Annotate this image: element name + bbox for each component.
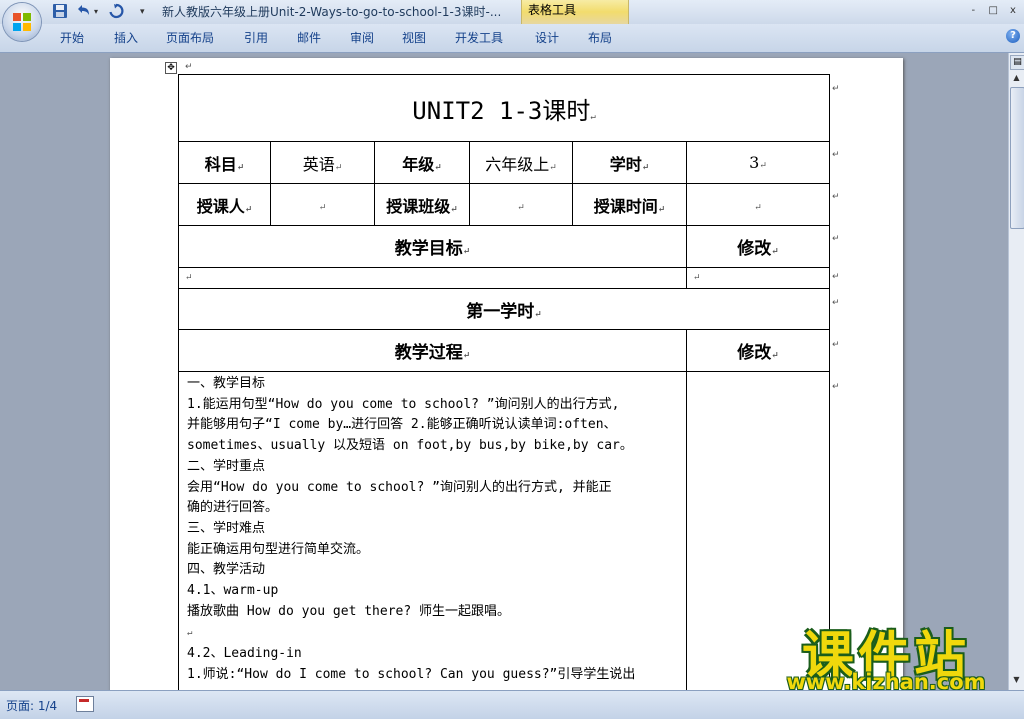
tab-view[interactable]: 视图 xyxy=(402,30,426,46)
hours-label: 学时 xyxy=(609,154,642,174)
teacher-value-cell[interactable]: ↵ xyxy=(270,183,375,226)
content-line: 一、教学目标 xyxy=(187,376,266,391)
content-line: 1.师说:“How do I come to school? Can you g… xyxy=(187,666,636,682)
document-title: UNIT2 1-3课时 xyxy=(412,96,591,125)
title-bar: ▾ ▾ 表格工具 新人教版六年级上册Unit-2-Ways-to-go-to-s… xyxy=(0,0,1024,24)
row-end-mark-icon: ↵ xyxy=(832,234,840,244)
lesson-plan-table[interactable]: UNIT2 1-3课时↵ 科目↵ 英语↵ 年级↵ 六年级上↵ 学时↵ 3↵ 授课… xyxy=(177,74,831,690)
ribbon-tab-bar: 开始 插入 页面布局 引用 邮件 审阅 视图 开发工具 设计 布局 ? xyxy=(0,24,1024,53)
time-label: 授课时间 xyxy=(593,196,658,216)
row-end-mark-icon: ↵ xyxy=(832,192,840,202)
ruler-toggle-icon[interactable]: ▤ xyxy=(1010,55,1024,70)
window-controls: - □ x xyxy=(964,2,1020,18)
undo-dropdown-icon[interactable]: ▾ xyxy=(94,3,102,21)
scroll-thumb[interactable] xyxy=(1010,87,1024,229)
tab-home[interactable]: 开始 xyxy=(60,30,84,46)
process-header: 教学过程 xyxy=(394,343,463,363)
revise-header2-cell[interactable]: 修改↵ xyxy=(685,329,831,372)
grade-value-cell[interactable]: 六年级上↵ xyxy=(469,141,573,184)
goals-header: 教学目标 xyxy=(394,239,463,259)
content-line: 1.能运用句型“How do you come to school? ”询问别人… xyxy=(187,396,620,412)
grade-value: 六年级上 xyxy=(485,154,550,174)
subject-value-cell[interactable]: 英语↵ xyxy=(270,141,375,184)
content-line: 确的进行回答。 xyxy=(187,500,279,516)
document-page[interactable]: ✥ ↵ UNIT2 1-3课时↵ 科目↵ 英语↵ 年级↵ 六年级上↵ 学时↵ 3… xyxy=(110,58,903,690)
row-end-mark-icon: ↵ xyxy=(832,340,840,350)
row-end-mark-icon: ↵ xyxy=(832,84,840,94)
restore-button[interactable]: □ xyxy=(986,4,1000,18)
document-area: ✥ ↵ UNIT2 1-3课时↵ 科目↵ 英语↵ 年级↵ 六年级上↵ 学时↵ 3… xyxy=(0,53,1008,690)
hours-value-cell[interactable]: 3↵ xyxy=(685,141,831,184)
row-end-mark-icon: ↵ xyxy=(832,150,840,160)
goals-header-cell[interactable]: 教学目标↵ xyxy=(178,225,687,268)
redo-icon[interactable] xyxy=(108,3,124,21)
content-line: 能正确运用句型进行简单交流。 xyxy=(187,541,370,557)
content-line: 二、学时重点 xyxy=(187,458,266,474)
content-line: 并能够用句子“I come by…进行回答 2.能够正确听说认读单词:often… xyxy=(187,417,617,433)
grade-label-cell[interactable]: 年级↵ xyxy=(374,141,470,184)
goals-revise-cell[interactable]: ↵ xyxy=(685,267,831,289)
tab-layout[interactable]: 布局 xyxy=(588,30,612,46)
section-title: 第一学时 xyxy=(466,301,535,322)
status-bar: 页面: 1/4 xyxy=(0,690,1024,719)
paragraph-mark-icon: ↵ xyxy=(185,62,193,72)
content-line: 三、学时难点 xyxy=(187,520,266,536)
office-button[interactable] xyxy=(3,3,41,41)
table-tools-label: 表格工具 xyxy=(528,3,577,17)
page-indicator[interactable]: 页面: 1/4 xyxy=(6,697,57,714)
minimize-button[interactable]: - xyxy=(966,4,980,18)
teacher-label-cell[interactable]: 授课人↵ xyxy=(178,183,271,226)
tab-references[interactable]: 引用 xyxy=(244,30,268,46)
tab-review[interactable]: 审阅 xyxy=(350,30,374,46)
content-line: 播放歌曲 How do you get there? 师生一起跟唱。 xyxy=(187,603,511,619)
vertical-scrollbar[interactable]: ▤ ▲ ▼ xyxy=(1008,53,1024,690)
grade-label: 年级 xyxy=(402,154,435,174)
row-end-mark-icon: ↵ xyxy=(832,298,840,308)
content-line: 4.2、Leading-in xyxy=(187,646,302,662)
process-header-cell[interactable]: 教学过程↵ xyxy=(178,329,687,372)
table-move-handle-icon[interactable]: ✥ xyxy=(165,62,177,74)
proofing-icon[interactable] xyxy=(76,696,94,712)
time-value-cell[interactable]: ↵ xyxy=(685,183,831,226)
row-end-mark-icon: ↵ xyxy=(832,272,840,282)
class-value-cell[interactable]: ↵ xyxy=(469,183,573,226)
subject-value: 英语 xyxy=(302,154,335,174)
help-button[interactable]: ? xyxy=(1006,29,1020,43)
window-title: 新人教版六年级上册Unit-2-Ways-to-go-to-school-1-3… xyxy=(162,5,502,19)
content-line: 4.1、warm-up xyxy=(187,583,279,599)
hours-value: 3 xyxy=(749,153,760,172)
subject-label-cell[interactable]: 科目↵ xyxy=(178,141,271,184)
subject-label: 科目 xyxy=(204,154,237,174)
time-label-cell[interactable]: 授课时间↵ xyxy=(572,183,687,226)
content-line-empty: ↵ xyxy=(187,628,193,639)
revise-header: 修改 xyxy=(737,239,772,259)
revise-header-2: 修改 xyxy=(737,343,772,363)
document-title-cell[interactable]: UNIT2 1-3课时↵ xyxy=(177,74,831,142)
scroll-down-icon[interactable]: ▼ xyxy=(1010,673,1023,686)
row-end-mark-icon: ↵ xyxy=(832,382,840,392)
save-icon[interactable] xyxy=(52,3,68,21)
tab-page-layout[interactable]: 页面布局 xyxy=(166,30,214,46)
undo-icon[interactable] xyxy=(74,3,92,21)
content-line: sometimes、usually 以及短语 on foot,by bus,by… xyxy=(187,438,633,454)
tab-developer[interactable]: 开发工具 xyxy=(455,30,503,46)
close-button[interactable]: x xyxy=(1006,4,1020,18)
tab-mailings[interactable]: 邮件 xyxy=(297,30,321,46)
tab-insert[interactable]: 插入 xyxy=(114,30,138,46)
class-label-cell[interactable]: 授课班级↵ xyxy=(374,183,470,226)
content-line: 会用“How do you come to school? ”询问别人的出行方式… xyxy=(187,479,612,495)
process-content-cell[interactable]: 一、教学目标 1.能运用句型“How do you come to school… xyxy=(178,371,687,690)
class-label: 授课班级 xyxy=(386,196,451,216)
hours-label-cell[interactable]: 学时↵ xyxy=(572,141,687,184)
office-logo-icon xyxy=(13,13,31,31)
customize-toolbar-icon[interactable]: ▾ xyxy=(140,3,150,21)
revise-header-cell[interactable]: 修改↵ xyxy=(685,225,831,268)
teacher-label: 授课人 xyxy=(196,196,245,216)
scroll-up-icon[interactable]: ▲ xyxy=(1010,71,1023,84)
section-title-cell[interactable]: 第一学时↵ xyxy=(177,288,831,330)
content-line: 四、教学活动 xyxy=(187,562,266,578)
goals-content-cell[interactable]: ↵ xyxy=(178,267,687,289)
watermark: 课件站 www.kjzhan.com xyxy=(768,620,1004,694)
tab-design[interactable]: 设计 xyxy=(535,30,559,46)
